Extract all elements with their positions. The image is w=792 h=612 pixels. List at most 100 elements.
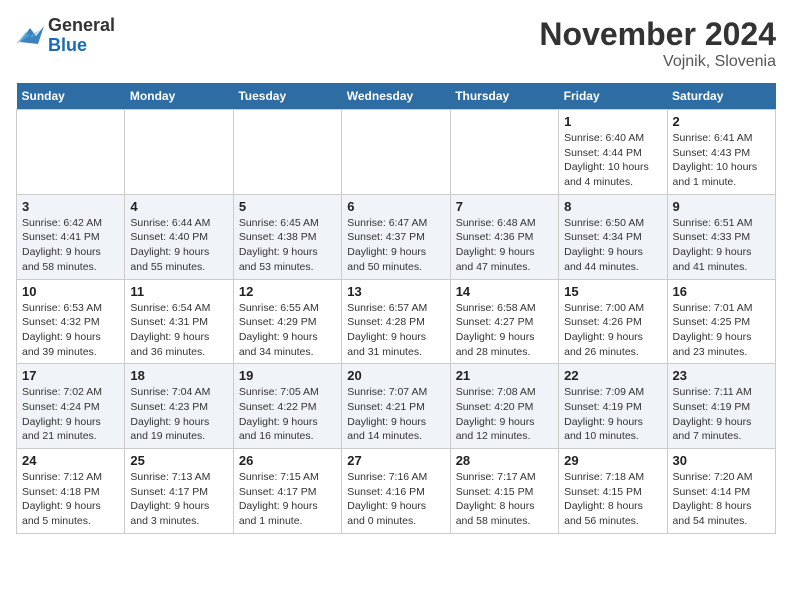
empty-cell	[17, 110, 125, 195]
day-number: 17	[22, 368, 119, 383]
day-cell-11: 11 Sunrise: 6:54 AM Sunset: 4:31 PM Dayli…	[125, 279, 233, 364]
cell-info: Sunrise: 7:08 AM Sunset: 4:20 PM Dayligh…	[456, 385, 553, 444]
cell-info: Sunrise: 7:12 AM Sunset: 4:18 PM Dayligh…	[22, 470, 119, 529]
day-header-monday: Monday	[125, 83, 233, 110]
day-number: 30	[673, 453, 770, 468]
cell-info: Sunrise: 6:50 AM Sunset: 4:34 PM Dayligh…	[564, 216, 661, 275]
cell-info: Sunrise: 7:13 AM Sunset: 4:17 PM Dayligh…	[130, 470, 227, 529]
cell-info: Sunrise: 7:16 AM Sunset: 4:16 PM Dayligh…	[347, 470, 444, 529]
day-cell-16: 16Sunrise: 7:01 AM Sunset: 4:25 PM Dayli…	[667, 279, 775, 364]
day-cell-21: 21 Sunrise: 7:08 AM Sunset: 4:20 PM Dayli…	[450, 364, 558, 449]
day-cell-26: 26 Sunrise: 7:15 AM Sunset: 4:17 PM Dayli…	[233, 449, 341, 534]
calendar-table: SundayMondayTuesdayWednesdayThursdayFrid…	[16, 83, 776, 534]
day-number: 10	[22, 284, 119, 299]
day-number: 21	[456, 368, 553, 383]
calendar-header-row: SundayMondayTuesdayWednesdayThursdayFrid…	[17, 83, 776, 110]
cell-info: Sunrise: 7:15 AM Sunset: 4:17 PM Dayligh…	[239, 470, 336, 529]
day-cell-30: 30Sunrise: 7:20 AM Sunset: 4:14 PM Dayli…	[667, 449, 775, 534]
day-number: 23	[673, 368, 770, 383]
calendar-week-row: 17 Sunrise: 7:02 AM Sunset: 4:24 PM Dayli…	[17, 364, 776, 449]
day-number: 5	[239, 199, 336, 214]
logo-bird-icon	[16, 24, 44, 48]
empty-cell	[450, 110, 558, 195]
cell-info: Sunrise: 7:11 AM Sunset: 4:19 PM Dayligh…	[673, 385, 770, 444]
day-cell-3: 3 Sunrise: 6:42 AM Sunset: 4:41 PM Daylig…	[17, 194, 125, 279]
calendar-body: 1 Sunrise: 6:40 AM Sunset: 4:44 PM Daylig…	[17, 110, 776, 534]
day-number: 8	[564, 199, 661, 214]
day-number: 26	[239, 453, 336, 468]
cell-info: Sunrise: 6:57 AM Sunset: 4:28 PM Dayligh…	[347, 301, 444, 360]
calendar-week-row: 3 Sunrise: 6:42 AM Sunset: 4:41 PM Daylig…	[17, 194, 776, 279]
day-header-sunday: Sunday	[17, 83, 125, 110]
cell-info: Sunrise: 7:02 AM Sunset: 4:24 PM Dayligh…	[22, 385, 119, 444]
cell-info: Sunrise: 6:51 AM Sunset: 4:33 PM Dayligh…	[673, 216, 770, 275]
day-cell-7: 7 Sunrise: 6:48 AM Sunset: 4:36 PM Daylig…	[450, 194, 558, 279]
day-number: 19	[239, 368, 336, 383]
day-number: 20	[347, 368, 444, 383]
day-cell-20: 20 Sunrise: 7:07 AM Sunset: 4:21 PM Dayli…	[342, 364, 450, 449]
cell-info: Sunrise: 7:07 AM Sunset: 4:21 PM Dayligh…	[347, 385, 444, 444]
logo-text: General Blue	[48, 16, 115, 56]
day-cell-24: 24 Sunrise: 7:12 AM Sunset: 4:18 PM Dayli…	[17, 449, 125, 534]
day-number: 28	[456, 453, 553, 468]
day-cell-28: 28 Sunrise: 7:17 AM Sunset: 4:15 PM Dayli…	[450, 449, 558, 534]
empty-cell	[125, 110, 233, 195]
logo-general: General	[48, 15, 115, 35]
title-block: November 2024 Vojnik, Slovenia	[539, 16, 776, 71]
day-header-friday: Friday	[559, 83, 667, 110]
cell-info: Sunrise: 6:48 AM Sunset: 4:36 PM Dayligh…	[456, 216, 553, 275]
day-number: 11	[130, 284, 227, 299]
day-header-thursday: Thursday	[450, 83, 558, 110]
cell-info: Sunrise: 7:04 AM Sunset: 4:23 PM Dayligh…	[130, 385, 227, 444]
day-cell-27: 27 Sunrise: 7:16 AM Sunset: 4:16 PM Dayli…	[342, 449, 450, 534]
cell-info: Sunrise: 6:42 AM Sunset: 4:41 PM Dayligh…	[22, 216, 119, 275]
day-number: 7	[456, 199, 553, 214]
day-number: 3	[22, 199, 119, 214]
day-header-tuesday: Tuesday	[233, 83, 341, 110]
day-number: 4	[130, 199, 227, 214]
day-header-saturday: Saturday	[667, 83, 775, 110]
day-number: 9	[673, 199, 770, 214]
day-cell-13: 13 Sunrise: 6:57 AM Sunset: 4:28 PM Dayli…	[342, 279, 450, 364]
day-number: 24	[22, 453, 119, 468]
day-cell-10: 10Sunrise: 6:53 AM Sunset: 4:32 PM Dayli…	[17, 279, 125, 364]
day-cell-1: 1 Sunrise: 6:40 AM Sunset: 4:44 PM Daylig…	[559, 110, 667, 195]
day-cell-23: 23 Sunrise: 7:11 AM Sunset: 4:19 PM Dayli…	[667, 364, 775, 449]
calendar-week-row: 1 Sunrise: 6:40 AM Sunset: 4:44 PM Daylig…	[17, 110, 776, 195]
day-number: 27	[347, 453, 444, 468]
cell-info: Sunrise: 6:58 AM Sunset: 4:27 PM Dayligh…	[456, 301, 553, 360]
cell-info: Sunrise: 6:54 AM Sunset: 4:31 PM Dayligh…	[130, 301, 227, 360]
empty-cell	[233, 110, 341, 195]
cell-info: Sunrise: 6:44 AM Sunset: 4:40 PM Dayligh…	[130, 216, 227, 275]
page-subtitle: Vojnik, Slovenia	[539, 53, 776, 71]
cell-info: Sunrise: 7:17 AM Sunset: 4:15 PM Dayligh…	[456, 470, 553, 529]
day-cell-18: 18 Sunrise: 7:04 AM Sunset: 4:23 PM Dayli…	[125, 364, 233, 449]
day-cell-4: 4 Sunrise: 6:44 AM Sunset: 4:40 PM Daylig…	[125, 194, 233, 279]
cell-info: Sunrise: 7:09 AM Sunset: 4:19 PM Dayligh…	[564, 385, 661, 444]
day-cell-5: 5 Sunrise: 6:45 AM Sunset: 4:38 PM Daylig…	[233, 194, 341, 279]
day-number: 2	[673, 114, 770, 129]
cell-info: Sunrise: 6:55 AM Sunset: 4:29 PM Dayligh…	[239, 301, 336, 360]
calendar-week-row: 10Sunrise: 6:53 AM Sunset: 4:32 PM Dayli…	[17, 279, 776, 364]
page-title: November 2024	[539, 16, 776, 53]
cell-info: Sunrise: 6:40 AM Sunset: 4:44 PM Dayligh…	[564, 131, 661, 190]
day-number: 12	[239, 284, 336, 299]
day-number: 13	[347, 284, 444, 299]
day-cell-2: 2Sunrise: 6:41 AM Sunset: 4:43 PM Daylig…	[667, 110, 775, 195]
day-number: 22	[564, 368, 661, 383]
calendar-week-row: 24 Sunrise: 7:12 AM Sunset: 4:18 PM Dayli…	[17, 449, 776, 534]
day-cell-19: 19Sunrise: 7:05 AM Sunset: 4:22 PM Dayli…	[233, 364, 341, 449]
cell-info: Sunrise: 6:45 AM Sunset: 4:38 PM Dayligh…	[239, 216, 336, 275]
day-cell-25: 25 Sunrise: 7:13 AM Sunset: 4:17 PM Dayli…	[125, 449, 233, 534]
logo: General Blue	[16, 16, 115, 56]
day-cell-22: 22 Sunrise: 7:09 AM Sunset: 4:19 PM Dayli…	[559, 364, 667, 449]
logo-blue: Blue	[48, 35, 87, 55]
day-number: 29	[564, 453, 661, 468]
day-number: 1	[564, 114, 661, 129]
page-header: General Blue November 2024 Vojnik, Slove…	[16, 16, 776, 71]
day-number: 18	[130, 368, 227, 383]
cell-info: Sunrise: 7:18 AM Sunset: 4:15 PM Dayligh…	[564, 470, 661, 529]
day-cell-6: 6Sunrise: 6:47 AM Sunset: 4:37 PM Daylig…	[342, 194, 450, 279]
day-cell-14: 14Sunrise: 6:58 AM Sunset: 4:27 PM Dayli…	[450, 279, 558, 364]
day-number: 25	[130, 453, 227, 468]
